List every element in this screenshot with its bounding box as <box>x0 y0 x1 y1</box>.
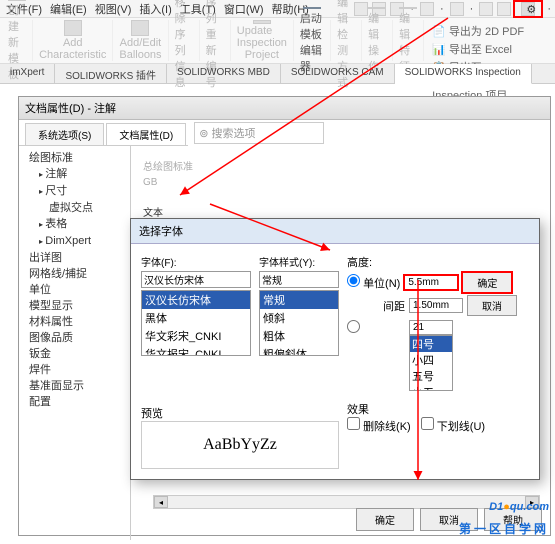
height-label: 高度: <box>347 254 529 270</box>
overall-std-value: GB <box>143 177 538 188</box>
tree-item[interactable]: 配置 <box>21 394 128 410</box>
tree-item[interactable]: 表格 <box>21 216 128 233</box>
tree-item[interactable]: 单位 <box>21 282 128 298</box>
options-tree[interactable]: 绘图标准 注解 尺寸 虚拟交点 表格 DimXpert 出详图 网格线/捕捉 单… <box>19 146 131 540</box>
watermark: D1●qu.com 第一区自学网 <box>459 490 549 540</box>
list-item[interactable]: 华文报宋_CNKI <box>142 345 250 356</box>
cancel-button[interactable]: 取消 <box>467 295 517 316</box>
gear-icon[interactable]: ⚙ <box>521 2 535 16</box>
list-item[interactable]: 小四 <box>410 352 452 368</box>
ribbon-btn[interactable]: 启动模板编辑器 <box>294 20 331 61</box>
preview-box: AaBbYyZz <box>141 421 339 469</box>
list-item[interactable]: 粗体 <box>260 327 338 345</box>
list-item[interactable]: 粗偏斜体 <box>260 345 338 356</box>
underline-checkbox[interactable]: 下划线(U) <box>421 417 485 434</box>
ribbon-btn[interactable]: 编辑操作 <box>362 20 393 61</box>
tree-item[interactable]: 注解 <box>21 166 128 183</box>
font-input[interactable] <box>141 271 251 288</box>
ribbon-btn[interactable]: 移除序列信息 <box>169 20 200 61</box>
menu-insert[interactable]: 插入(I) <box>135 1 175 17</box>
tree-item[interactable]: 模型显示 <box>21 298 128 314</box>
ribbon-btn[interactable]: AddCharacteristic <box>33 20 113 61</box>
addin-tabs: imXpert SOLIDWORKS 插件 SOLIDWORKS MBD SOL… <box>0 64 555 84</box>
toolbar-icon[interactable] <box>420 2 434 16</box>
text-label: 文本 <box>143 204 538 219</box>
style-input[interactable] <box>259 271 339 288</box>
tab-sw-cam[interactable]: SOLIDWORKS CAM <box>281 64 395 83</box>
tab-doc-properties[interactable]: 文档属性(D) <box>106 123 186 145</box>
toolbar-icon[interactable] <box>354 2 368 16</box>
tree-item[interactable]: 出详图 <box>21 250 128 266</box>
ribbon-btn[interactable]: 创建新模板 <box>2 20 33 61</box>
list-item[interactable]: 四号 <box>410 336 452 352</box>
list-item[interactable]: 汉仪长仿宋体 <box>142 291 250 309</box>
effects-label: 效果 <box>347 401 529 417</box>
font-label: 字体(F): <box>141 254 251 269</box>
list-item[interactable]: 常规 <box>260 291 338 309</box>
export-excel[interactable]: 📊 导出至 Excel <box>432 40 545 58</box>
menu-edit[interactable]: 编辑(E) <box>46 1 91 17</box>
scroll-left[interactable]: ◂ <box>154 496 168 508</box>
tab-sw-mbd[interactable]: SOLIDWORKS MBD <box>167 64 281 83</box>
font-dialog-title: 选择字体 <box>131 219 539 244</box>
menubar: 文件(F) 编辑(E) 视图(V) 插入(I) 工具(T) 窗口(W) 帮助(H… <box>0 0 555 18</box>
tab-system-options[interactable]: 系统选项(S) <box>25 123 104 145</box>
dialog-title: 文档属性(D) - 注解 <box>19 97 550 120</box>
font-list[interactable]: 汉仪长仿宋体 黑体 华文彩宋_CNKI 华文报宋_CNKI <box>141 290 251 356</box>
overall-std-label: 总绘图标准 <box>143 158 538 173</box>
search-options[interactable]: ⊚搜索选项 <box>194 122 324 144</box>
space-input[interactable] <box>409 298 463 313</box>
tab-imxpert[interactable]: imXpert <box>0 64 55 83</box>
style-label: 字体样式(Y): <box>259 254 339 269</box>
tree-item[interactable]: 材料属性 <box>21 314 128 330</box>
ok-button[interactable]: 确定 <box>462 272 512 293</box>
list-item[interactable]: 小五 <box>410 384 452 391</box>
tree-item[interactable]: 尺寸 <box>21 183 128 200</box>
ribbon-btn[interactable]: 编辑特征 <box>393 20 424 61</box>
preview-label: 预览 <box>141 405 339 421</box>
list-item[interactable]: 黑体 <box>142 309 250 327</box>
ribbon-btn[interactable]: 编辑检测方式 <box>331 20 362 61</box>
tree-item[interactable]: 绘图标准 <box>21 150 128 166</box>
export-panel: 📄 导出为 2D PDF 📊 导出至 Excel 📋 导出至 SOLIDWORK… <box>424 20 553 61</box>
style-list[interactable]: 常规 倾斜 粗体 粗偏斜体 <box>259 290 339 356</box>
export-2dpdf[interactable]: 📄 导出为 2D PDF <box>432 22 545 40</box>
toolbar-icon[interactable] <box>479 2 493 16</box>
ribbon-btn[interactable]: Update InspectionProject <box>231 20 294 61</box>
list-item[interactable]: 五号 <box>410 368 452 384</box>
tree-item[interactable]: 焊件 <box>21 362 128 378</box>
search-icon: ⊚ <box>199 127 208 140</box>
toolbar-icon[interactable] <box>497 2 511 16</box>
tree-item[interactable]: 虚拟交点 <box>21 200 128 216</box>
tree-item[interactable]: 网格线/捕捉 <box>21 266 128 282</box>
ribbon-btn[interactable]: 序列重新编号 <box>200 20 231 61</box>
font-dialog: 选择字体 字体(F): 汉仪长仿宋体 黑体 华文彩宋_CNKI 华文报宋_CNK… <box>130 218 540 480</box>
tab-sw-inspection[interactable]: SOLIDWORKS Inspection <box>395 64 532 84</box>
size-list[interactable]: 四号 小四 五号 小五 <box>409 335 453 391</box>
unit-input[interactable] <box>404 275 458 290</box>
unit-radio[interactable]: 单位(N) <box>347 274 400 291</box>
menu-window[interactable]: 窗口(W) <box>220 1 268 17</box>
list-item[interactable]: 倾斜 <box>260 309 338 327</box>
tree-item[interactable]: DimXpert <box>21 233 128 250</box>
space-label: 间距 <box>347 298 405 314</box>
tree-item[interactable]: 图像品质 <box>21 330 128 346</box>
points-radio[interactable]: 间距 <box>347 320 405 337</box>
ok-button[interactable]: 确定 <box>356 508 414 531</box>
menu-view[interactable]: 视图(V) <box>91 1 136 17</box>
ribbon: 创建新模板 AddCharacteristic Add/EditBalloons… <box>0 18 555 64</box>
list-item[interactable]: 华文彩宋_CNKI <box>142 327 250 345</box>
tab-sw-addins[interactable]: SOLIDWORKS 插件 <box>55 64 167 83</box>
tree-item[interactable]: 钣金 <box>21 346 128 362</box>
ribbon-btn[interactable]: Add/EditBalloons <box>113 20 168 61</box>
points-input[interactable] <box>409 320 453 335</box>
toolbar-icon[interactable] <box>450 2 464 16</box>
tree-item[interactable]: 基准面显示 <box>21 378 128 394</box>
strike-checkbox[interactable]: 删除线(K) <box>347 417 411 434</box>
